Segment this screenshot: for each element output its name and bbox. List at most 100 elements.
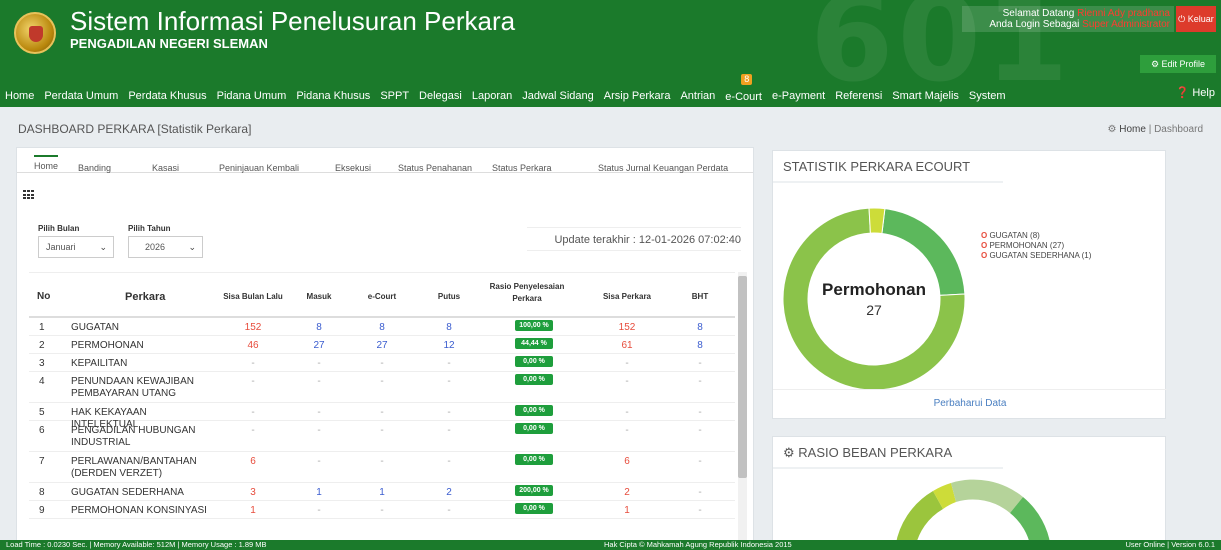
help-button[interactable]: ❓ Help: [1176, 86, 1215, 99]
cell-sisa-lalu: -: [251, 425, 255, 436]
header-perkara: Perkara: [125, 291, 166, 303]
footer-version: User Online | Version 6.0.1: [1125, 540, 1216, 549]
grid-menu-icon[interactable]: [23, 190, 35, 200]
table-row: 5 HAK KEKAYAAN INTELEKTUAL - - - - - -0,00 %: [29, 403, 735, 430]
nav-ecourt-wrapper: e-Court 8: [720, 74, 767, 105]
nav-item-e-court[interactable]: e-Court: [720, 91, 767, 103]
month-select[interactable]: Januari ⌄: [38, 236, 114, 258]
nav-item-perdata-khusus[interactable]: Perdata Khusus: [123, 90, 211, 102]
cell-masuk: 8: [316, 322, 322, 333]
cell-no: 7: [39, 456, 45, 467]
welcome-box: Selamat Datang Rienni Ady pradhana Anda …: [962, 6, 1174, 32]
donut-slice-gugatan-sederhana[interactable]: [868, 207, 886, 235]
ratio-badge: 0,00 %: [515, 503, 553, 514]
table-scrollbar[interactable]: [738, 272, 747, 541]
scrollbar-thumb[interactable]: [738, 276, 747, 478]
header-sisa-perkara: Sisa Perkara: [602, 292, 652, 301]
cell-no: 2: [39, 340, 45, 351]
tab-banding[interactable]: Banding: [78, 163, 111, 173]
nav-item-antrian[interactable]: Antrian: [675, 90, 720, 102]
perkara-table: No Perkara Sisa Bulan Lalu Masuk e-Court…: [29, 272, 747, 541]
tab-status-jurnal-keuangan-perdata[interactable]: Status Jurnal Keuangan Perdata: [598, 163, 728, 173]
cell-masuk: -: [317, 505, 321, 516]
cell-sisa: -: [625, 376, 629, 387]
table-row: 4 PENUNDAAN KEWAJIBAN PEMBAYARAN UTANG - - -…: [29, 372, 735, 403]
cell-perkara: PENUNDAAN KEWAJIBAN PEMBAYARAN UTANG: [71, 376, 194, 399]
cell-ecourt: -: [380, 407, 384, 418]
rasio-segment-3: [951, 479, 1023, 513]
donut-center-label: Permohonan: [822, 280, 926, 299]
tab-status-penahanan[interactable]: Status Penahanan: [398, 163, 472, 173]
ratio-badge: 100,00 %: [515, 320, 553, 331]
logout-button[interactable]: ⏻ Keluar: [1176, 6, 1216, 32]
header-bht: BHT: [691, 292, 709, 301]
nav-item-arsip-perkara[interactable]: Arsip Perkara: [599, 90, 676, 102]
chevron-down-icon: ⌄: [99, 242, 107, 252]
year-label: Pilih Tahun: [128, 224, 171, 233]
page-title: DASHBOARD PERKARA [Statistik Perkara]: [18, 122, 252, 136]
nav-item-pidana-khusus[interactable]: Pidana Khusus: [291, 90, 375, 102]
cell-ecourt: -: [380, 456, 384, 467]
cell-sisa: 1: [624, 505, 630, 516]
chevron-down-icon: ⌄: [188, 242, 196, 252]
table-row: 6 PENGADILAN HUBUNGAN INDUSTRIAL - - - - - - 0,0…: [29, 421, 735, 452]
tab-status-perkara[interactable]: Status Perkara: [492, 163, 552, 173]
cell-no: 1: [39, 322, 45, 333]
legend-label: PERMOHONAN (27): [989, 241, 1065, 250]
ratio-badge: 0,00 %: [515, 356, 553, 367]
cell-ecourt: -: [380, 376, 384, 387]
perkara-tabs: Home Banding Kasasi Peninjauan Kembali Eksek…: [17, 148, 753, 173]
breadcrumb-home[interactable]: Home: [1119, 124, 1146, 135]
nav-item-home[interactable]: Home: [0, 90, 39, 102]
footer-copyright: Hak Cipta © Mahkamah Agung Republik Indo…: [604, 540, 792, 549]
nav-item-pidana-umum[interactable]: Pidana Umum: [212, 90, 292, 102]
edit-profile-button[interactable]: ⚙ Edit Profile: [1140, 55, 1216, 73]
rasio-panel-title: ⚙ RASIO BEBAN PERKARA: [783, 445, 952, 461]
cell-putus: -: [447, 425, 451, 436]
ratio-badge: 0,00 %: [515, 405, 553, 416]
cell-ecourt: 1: [379, 487, 385, 498]
nav-item-smart-majelis[interactable]: Smart Majelis: [887, 90, 964, 102]
app-header: 601 Sistem Informasi Penelusuran Perkara…: [0, 0, 1221, 85]
refresh-data-link[interactable]: Perbaharui Data: [773, 398, 1167, 409]
login-role-prefix: Anda Login Sebagai: [989, 19, 1080, 30]
table-row: 3 KEPAILITAN - - - - - - 0,00 %: [29, 354, 735, 372]
tab-home[interactable]: Home: [34, 155, 59, 171]
cell-putus: -: [447, 407, 451, 418]
tab-eksekusi[interactable]: Eksekusi: [335, 163, 371, 173]
footer-load-info: Load Time : 0.0230 Sec. | Memory Availab…: [6, 540, 267, 549]
main-nav: Home Perdata Umum Perdata Khusus Pidana Umu…: [0, 74, 1221, 107]
ecourt-stats-panel: STATISTIK PERKARA ECOURT Permohonan 27 O …: [772, 150, 1167, 419]
cell-no: 5: [39, 407, 45, 418]
cell-bht: -: [698, 487, 702, 498]
breadcrumb-separator: |: [1148, 124, 1152, 135]
nav-item-laporan[interactable]: Laporan: [467, 90, 517, 102]
cell-masuk: 27: [313, 340, 325, 351]
welcome-line-1: Selamat Datang Rienni Ady pradhana: [966, 8, 1170, 19]
header-masuk: Masuk: [306, 292, 332, 301]
cell-no: 4: [39, 376, 45, 387]
nav-item-e-payment[interactable]: e-Payment: [767, 90, 830, 102]
nav-item-perdata-umum[interactable]: Perdata Umum: [39, 90, 123, 102]
rasio-donut-chart: [895, 479, 1051, 545]
cell-bht: -: [698, 456, 702, 467]
nav-item-delegasi[interactable]: Delegasi: [414, 90, 467, 102]
legend-item: O GUGATAN (8): [981, 231, 1091, 241]
table-row: 8 GUGATAN SEDERHANA 3 1 1 2 2 - 200,00 %: [29, 483, 735, 501]
tab-peninjauan-kembali[interactable]: Peninjauan Kembali: [219, 163, 299, 173]
app-subtitle: PENGADILAN NEGERI SLEMAN: [70, 36, 268, 51]
ecourt-panel-title: STATISTIK PERKARA ECOURT: [783, 159, 971, 174]
last-update-text: Update terakhir : 12-01-2026 07:02:40: [527, 227, 741, 251]
ratio-badge: 0,00 %: [515, 423, 553, 434]
header-rasio: Rasio Penyelesaian Perkara: [489, 282, 565, 303]
tab-kasasi[interactable]: Kasasi: [152, 163, 179, 173]
year-select[interactable]: 2026 ⌄: [128, 236, 203, 258]
header-sisa-bulan-lalu: Sisa Bulan Lalu: [223, 292, 283, 301]
breadcrumb: ⚙ Home | Dashboard: [1107, 124, 1203, 135]
nav-item-referensi[interactable]: Referensi: [830, 90, 887, 102]
nav-item-system[interactable]: System: [964, 90, 1011, 102]
nav-item-sppt[interactable]: SPPT: [375, 90, 414, 102]
nav-item-jadwal-sidang[interactable]: Jadwal Sidang: [517, 90, 599, 102]
cell-sisa-lalu: -: [251, 407, 255, 418]
cell-masuk: -: [317, 358, 321, 369]
